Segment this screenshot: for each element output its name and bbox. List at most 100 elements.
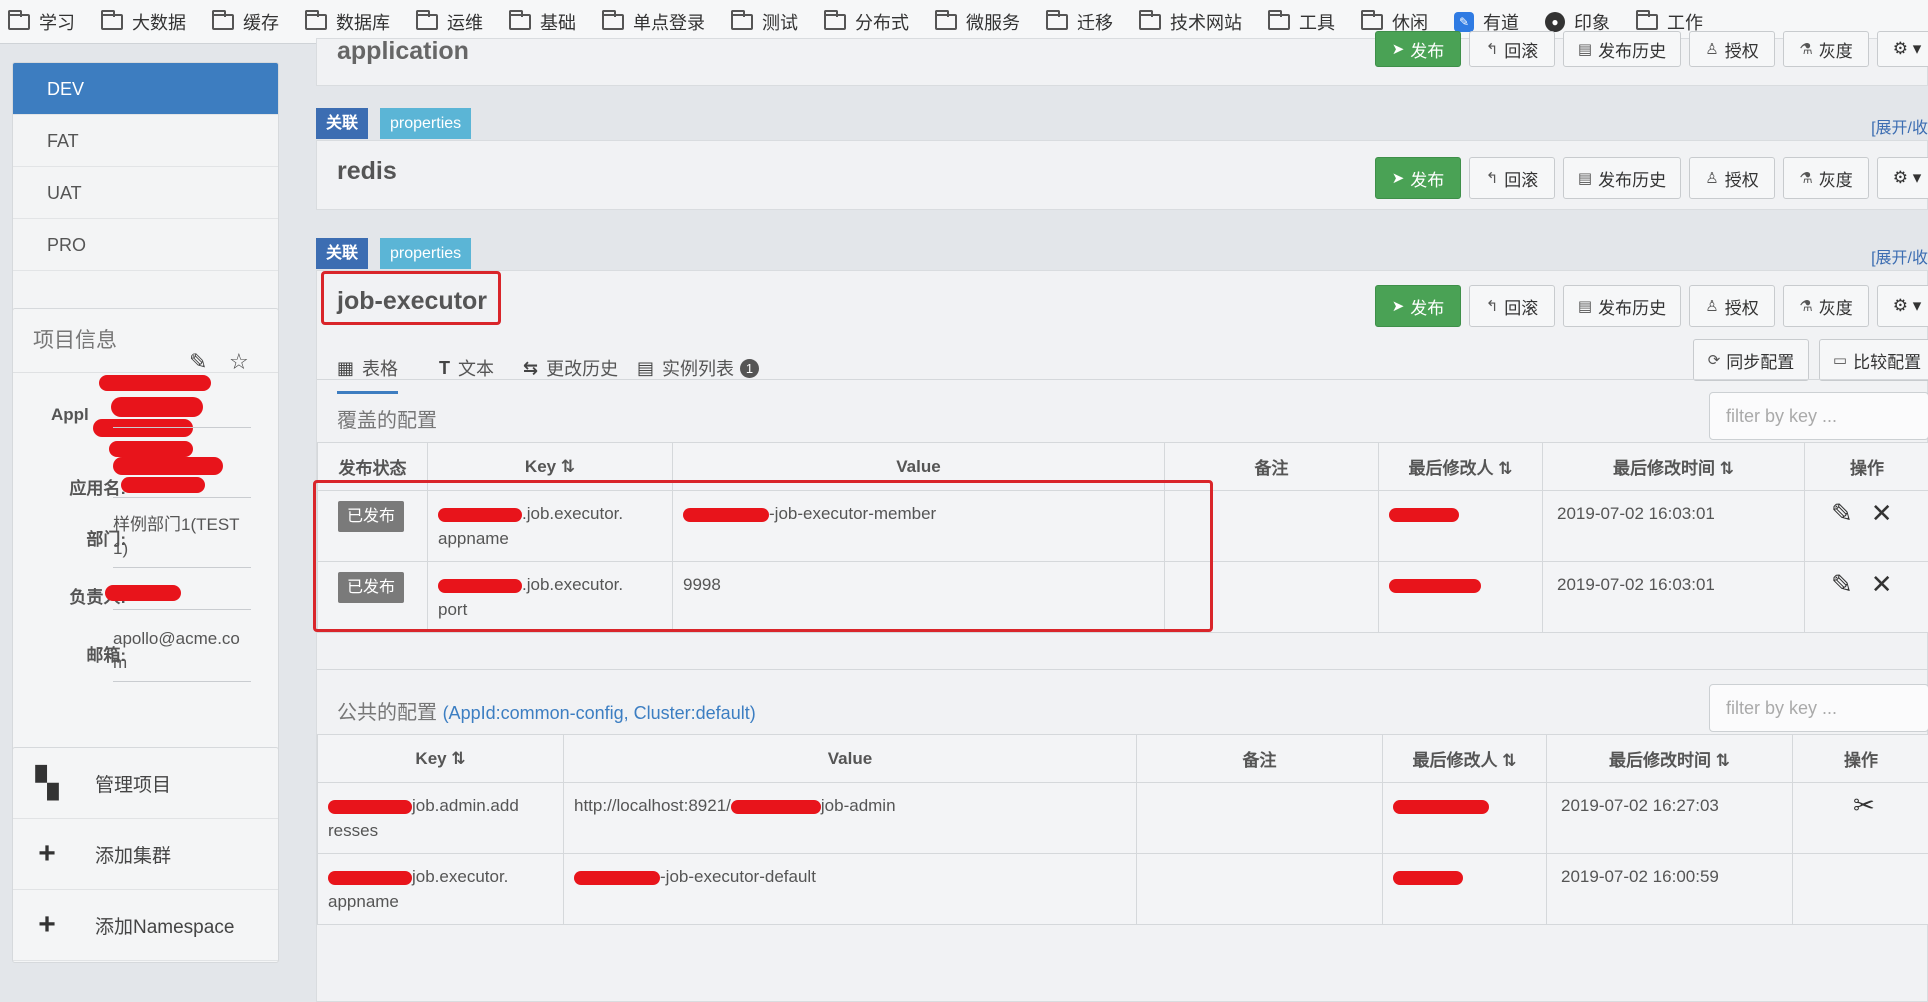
grant-button[interactable]: ♙ 授权: [1689, 285, 1775, 327]
rollback-icon: ↰: [1485, 41, 1499, 58]
bookmark-item[interactable]: 学习: [8, 9, 75, 35]
sort-icon[interactable]: ⇅: [1494, 459, 1512, 478]
appid-label: Appl: [51, 405, 89, 424]
bookmark-item[interactable]: 缓存: [212, 9, 279, 35]
sync-config-button[interactable]: ⟳ 同步配置: [1693, 339, 1809, 381]
gray-button[interactable]: ⚗ 灰度: [1783, 157, 1869, 199]
send-icon: ➤: [1391, 298, 1405, 315]
rollback-label: 回滚: [1504, 298, 1539, 318]
redaction-mark: [105, 585, 181, 601]
env-item-pro[interactable]: PRO: [13, 219, 278, 271]
side-action-item[interactable]: + 添加Namespace: [13, 890, 278, 961]
settings-dropdown[interactable]: ⚙ ▾: [1877, 31, 1928, 67]
evernote-icon: ●: [1545, 11, 1565, 32]
folder-icon: [1139, 9, 1161, 30]
gray-button[interactable]: ⚗ 灰度: [1783, 31, 1869, 67]
public-section: 公共的配置 (AppId:common-config, Cluster:defa…: [317, 669, 1928, 1002]
override-filter-input[interactable]: filter by key ...: [1709, 392, 1928, 440]
env-item-dev[interactable]: DEV: [13, 63, 278, 115]
compare-config-label: 比较配置: [1853, 352, 1922, 372]
redaction-mark: [1389, 578, 1481, 593]
expand-toggle[interactable]: [展开/收: [1871, 114, 1928, 138]
plus-icon: +: [38, 837, 56, 870]
star-icon[interactable]: ☆: [229, 330, 249, 394]
expand-toggle[interactable]: [展开/收: [1871, 244, 1928, 268]
column-header[interactable]: 最后修改时间 ⇅: [1542, 442, 1805, 491]
publish-button[interactable]: ➤ 发布: [1375, 157, 1461, 199]
side-action-label: 添加集群: [95, 845, 172, 867]
delete-icon[interactable]: ✕: [1871, 498, 1893, 528]
rollback-button[interactable]: ↰ 回滚: [1469, 285, 1555, 327]
key-text: job.admin.add: [412, 796, 519, 815]
bookmark-item[interactable]: 分布式: [824, 9, 909, 35]
tab-label: 表格: [362, 359, 399, 379]
sort-icon[interactable]: ⇅: [1711, 751, 1730, 770]
column-header: 备注: [1136, 734, 1383, 783]
settings-dropdown[interactable]: ⚙ ▾: [1877, 285, 1928, 327]
table-row: job.admin.add resses http://localhost:8921…: [317, 782, 1928, 854]
sort-icon[interactable]: ⇅: [1715, 459, 1734, 478]
history-icon: ⇆: [523, 357, 539, 378]
bookmark-item[interactable]: 单点登录: [602, 9, 705, 35]
sort-icon[interactable]: ⇅: [447, 749, 465, 768]
bookmark-item[interactable]: 迁移: [1046, 9, 1113, 35]
side-action-item[interactable]: ▚ 管理项目: [13, 748, 278, 819]
env-item-fat[interactable]: FAT: [13, 115, 278, 167]
publish-button[interactable]: ➤ 发布: [1375, 31, 1461, 67]
bookmark-item[interactable]: 测试: [731, 9, 798, 35]
override-tools-icon[interactable]: ✂: [1853, 790, 1875, 820]
publish-button[interactable]: ➤ 发布: [1375, 285, 1461, 327]
bookmark-item[interactable]: 大数据: [101, 9, 186, 35]
tab-instance[interactable]: ▤ 实例列表 1: [637, 355, 760, 381]
delete-icon[interactable]: ✕: [1871, 569, 1893, 599]
edit-icon[interactable]: ✎: [1831, 498, 1853, 528]
history-label: 发布历史: [1598, 298, 1667, 318]
folder-icon: [935, 9, 957, 30]
column-header[interactable]: Key ⇅: [317, 734, 564, 783]
settings-dropdown[interactable]: ⚙ ▾: [1877, 157, 1928, 199]
redaction-mark: [328, 799, 412, 814]
tab-text[interactable]: T 文本: [439, 355, 494, 381]
rollback-label: 回滚: [1504, 41, 1539, 61]
bookmark-label: 测试: [762, 12, 798, 33]
column-header[interactable]: 最后修改人 ⇅: [1378, 442, 1543, 491]
redaction-mark: [730, 799, 821, 814]
tab-label: 实例列表: [662, 359, 735, 379]
bookmark-item[interactable]: 工具: [1268, 9, 1335, 35]
public-filter-input[interactable]: filter by key ...: [1709, 684, 1928, 732]
grant-button[interactable]: ♙ 授权: [1689, 31, 1775, 67]
rollback-button[interactable]: ↰ 回滚: [1469, 157, 1555, 199]
compare-config-button[interactable]: ▭ 比较配置: [1819, 339, 1928, 381]
sort-icon[interactable]: ⇅: [556, 457, 575, 476]
bookmark-item[interactable]: 运维: [416, 9, 483, 35]
grant-label: 授权: [1724, 298, 1759, 318]
column-header[interactable]: 最后修改时间 ⇅: [1546, 734, 1793, 783]
folder-icon: [509, 9, 531, 30]
namespace-job-executor: job-executor ➤ 发布 ↰ 回滚 ▤ 发布历史 ♙ 授权 ⚗ 灰度 ⚙ ▾ ▦…: [313, 270, 1928, 1002]
sync-config-label: 同步配置: [1726, 352, 1795, 372]
tab-history[interactable]: ⇆ 更改历史: [523, 355, 618, 381]
bookmark-item[interactable]: 基础: [509, 9, 576, 35]
history-button[interactable]: ▤ 发布历史: [1563, 285, 1681, 327]
modified-time: 2019-07-02 16:27:03: [1561, 796, 1719, 815]
history-button[interactable]: ▤ 发布历史: [1563, 31, 1681, 67]
side-action-item[interactable]: + 添加集群: [13, 819, 278, 890]
bookmark-item[interactable]: 微服务: [935, 9, 1020, 35]
document-icon: ▭: [1832, 352, 1848, 369]
plus-icon: +: [38, 908, 56, 941]
grant-button[interactable]: ♙ 授权: [1689, 157, 1775, 199]
column-header[interactable]: 最后修改人 ⇅: [1382, 734, 1547, 783]
table-cell: ✂: [1792, 782, 1928, 854]
edit-icon[interactable]: ✎: [1831, 569, 1853, 599]
grid-icon: ▚: [35, 766, 59, 800]
bookmark-item[interactable]: 数据库: [305, 9, 390, 35]
folder-icon: [731, 9, 753, 30]
rollback-button[interactable]: ↰ 回滚: [1469, 31, 1555, 67]
gray-button[interactable]: ⚗ 灰度: [1783, 285, 1869, 327]
bookmark-label: 工具: [1299, 12, 1335, 33]
history-button[interactable]: ▤ 发布历史: [1563, 157, 1681, 199]
env-item-uat[interactable]: UAT: [13, 167, 278, 219]
sort-icon[interactable]: ⇅: [1498, 751, 1516, 770]
bookmark-item[interactable]: 技术网站: [1139, 9, 1242, 35]
table-cell: 2019-07-02 16:00:59: [1546, 853, 1793, 925]
